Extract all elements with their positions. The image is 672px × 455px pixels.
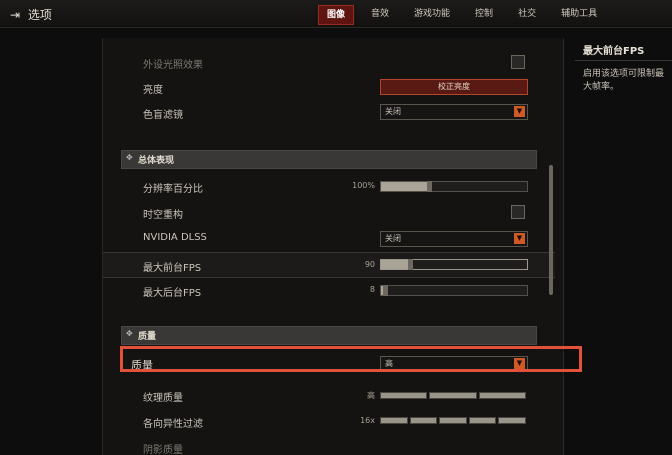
resolution-slider-handle[interactable] [427, 181, 432, 192]
aniso-segment[interactable] [439, 417, 467, 424]
back-arrow-icon: ⇥ [10, 8, 21, 22]
description-title: 最大前台FPS [583, 46, 645, 57]
max-fg-fps-slider-fill [381, 260, 410, 269]
max-fg-fps-label: 最大前台FPS [143, 263, 202, 274]
settings-scrollbar[interactable] [549, 165, 553, 295]
resolution-label: 分辨率百分比 [143, 184, 203, 195]
texture-value: 高 [367, 391, 375, 400]
divider [575, 60, 672, 61]
external-glow-checkbox[interactable] [511, 55, 525, 69]
colorblind-value: 关闭 [385, 107, 401, 116]
texture-segment[interactable] [429, 392, 477, 399]
temporal-checkbox[interactable] [511, 205, 525, 219]
max-fg-fps-slider[interactable] [380, 259, 528, 270]
texture-segment[interactable] [478, 392, 526, 399]
back-label: 选项 [27, 8, 52, 22]
setting-row-brightness: 亮度 校正亮度 [103, 75, 555, 99]
highlight-annotation-box [120, 346, 582, 372]
aniso-segment[interactable] [380, 417, 408, 424]
chevron-down-icon: ▼ [514, 106, 525, 117]
settings-list: 外设光照效果 亮度 校正亮度 色盲滤镜 关闭 ▼ ✥ 总体表现 分辨率百分比 1… [102, 38, 564, 455]
max-bg-fps-slider-handle[interactable] [383, 285, 388, 296]
resolution-slider[interactable] [380, 181, 528, 192]
tab-controls[interactable]: 控制 [467, 5, 501, 23]
dlss-label: NVIDIA DLSS [143, 232, 207, 243]
setting-row-colorblind: 色盲滤镜 关闭 ▼ [103, 100, 555, 124]
calibrate-brightness-button[interactable]: 校正亮度 [380, 79, 528, 95]
max-bg-fps-value: 8 [369, 285, 375, 294]
section-header-quality: ✥ 质量 [121, 326, 537, 345]
tab-accessibility[interactable]: 辅助工具 [553, 5, 605, 23]
aniso-segment[interactable] [498, 417, 526, 424]
shadow-label: 阴影质量 [143, 445, 183, 455]
tab-gameplay[interactable]: 游戏功能 [406, 5, 458, 23]
chevron-down-icon: ▼ [514, 233, 525, 244]
setting-row-max-fg-fps: 最大前台FPS 90 [103, 252, 555, 278]
diamond-icon: ✥ [126, 153, 133, 162]
max-fg-fps-slider-handle[interactable] [408, 259, 413, 270]
resolution-slider-fill [381, 182, 429, 191]
top-bar: ⇥ 选项 图像 音效 游戏功能 控制 社交 辅助工具 [0, 0, 672, 28]
colorblind-label: 色盲滤镜 [143, 110, 183, 121]
texture-segment[interactable] [380, 392, 428, 399]
settings-tabs: 图像 音效 游戏功能 控制 社交 辅助工具 [318, 5, 614, 25]
description-panel: 最大前台FPS 启用该选项可限制最大帧率。 [575, 38, 672, 455]
resolution-value: 100% [352, 181, 375, 190]
setting-row-resolution: 分辨率百分比 100% [103, 174, 555, 198]
max-fg-fps-value: 90 [364, 260, 375, 269]
aniso-value: 16x [360, 416, 375, 425]
diamond-icon: ✥ [126, 329, 133, 338]
description-text: 启用该选项可限制最大帧率。 [583, 69, 665, 92]
setting-row-external-glow: 外设光照效果 [103, 50, 555, 74]
tab-social[interactable]: 社交 [510, 5, 544, 23]
setting-row-texture: 纹理质量 高 [103, 383, 555, 407]
setting-row-aniso: 各向异性过滤 16x [103, 409, 555, 433]
tab-graphics[interactable]: 图像 [318, 5, 355, 25]
aniso-segment[interactable] [409, 417, 438, 424]
aniso-segment[interactable] [468, 417, 497, 424]
colorblind-dropdown[interactable]: 关闭 ▼ [380, 104, 528, 120]
temporal-label: 时空重构 [143, 210, 183, 221]
section-title-quality: 质量 [138, 332, 157, 342]
aniso-selector[interactable] [380, 417, 526, 424]
setting-row-temporal: 时空重构 [103, 200, 555, 224]
max-bg-fps-label: 最大后台FPS [143, 288, 202, 299]
texture-label: 纹理质量 [143, 393, 183, 404]
section-header-overall: ✥ 总体表现 [121, 150, 537, 169]
setting-row-max-bg-fps: 最大后台FPS 8 [103, 278, 555, 302]
setting-row-shadow: 阴影质量 [103, 435, 555, 455]
setting-row-dlss: NVIDIA DLSS 关闭 ▼ [103, 226, 555, 250]
section-title-overall: 总体表现 [138, 156, 175, 166]
dlss-value: 关闭 [385, 234, 401, 243]
tab-audio[interactable]: 音效 [363, 5, 397, 23]
aniso-label: 各向异性过滤 [143, 419, 203, 430]
max-bg-fps-slider[interactable] [380, 285, 528, 296]
texture-quality-selector[interactable] [380, 392, 526, 399]
brightness-label: 亮度 [143, 85, 163, 96]
external-glow-label: 外设光照效果 [143, 60, 203, 71]
back-button[interactable]: ⇥ 选项 [10, 6, 52, 23]
dlss-dropdown[interactable]: 关闭 ▼ [380, 231, 528, 247]
